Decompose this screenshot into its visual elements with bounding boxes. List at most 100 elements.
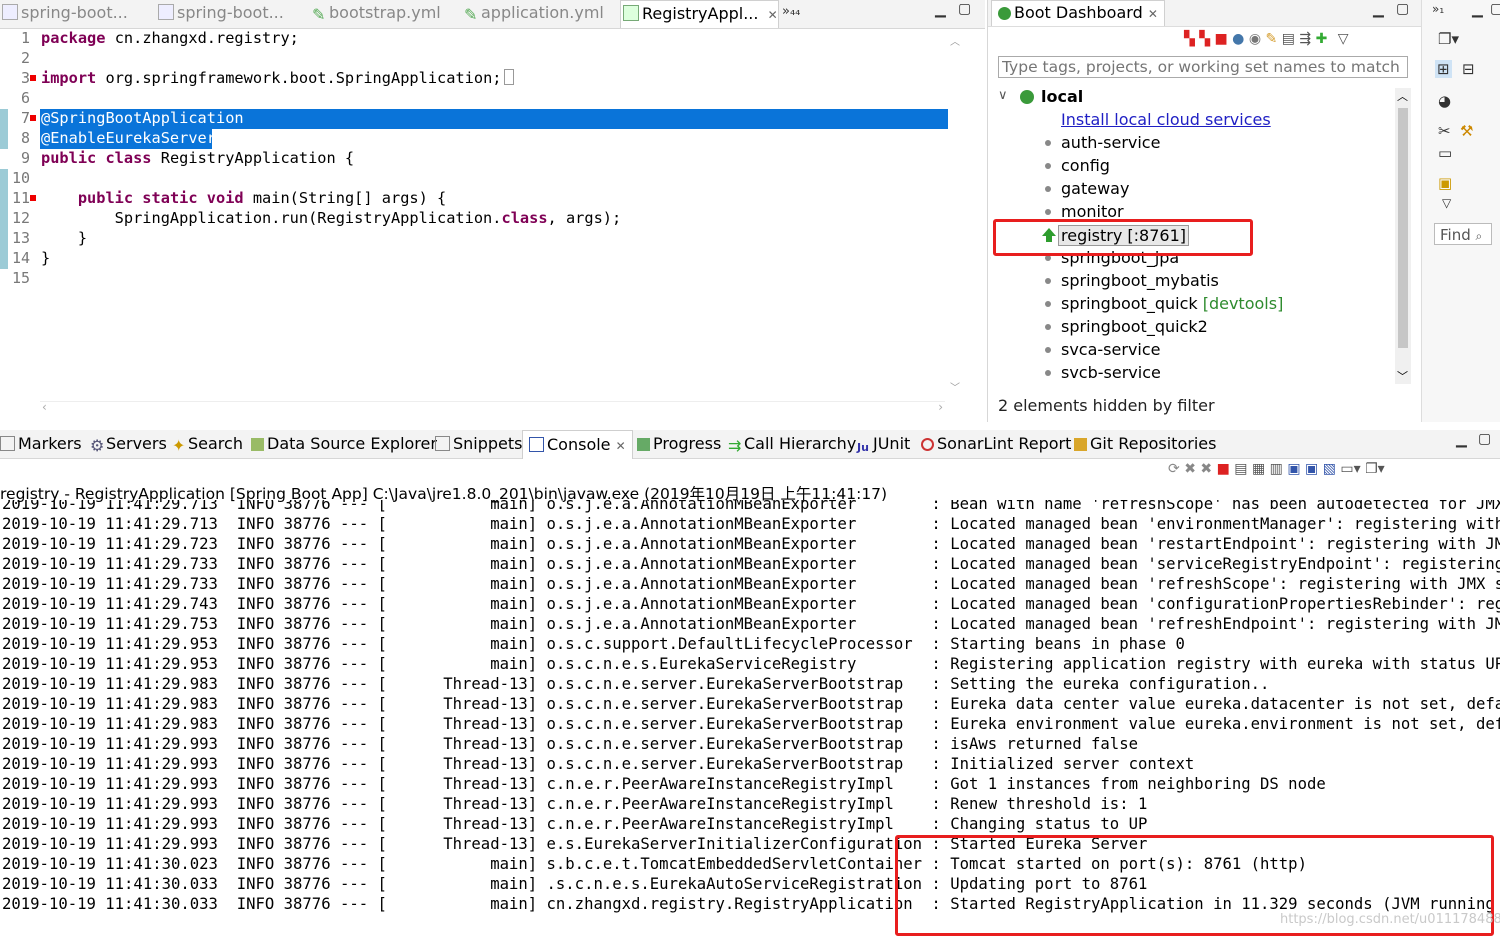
maximize-icon[interactable]: ▢: [1478, 431, 1491, 447]
show-stderr-icon[interactable]: ▣: [1305, 461, 1318, 477]
stopped-icon: [1045, 140, 1051, 146]
scroll-lock-icon[interactable]: ▦: [1252, 461, 1265, 477]
scroll-left-icon[interactable]: ‹: [42, 400, 47, 414]
display-console-icon[interactable]: ▭▾: [1340, 461, 1360, 477]
log-line: 2019-10-19 11:41:29.993 INFO 38776 --- […: [2, 775, 1326, 793]
log-line: 2019-10-19 11:41:29.953 INFO 38776 --- […: [2, 655, 1500, 673]
remove-all-icon[interactable]: ✖: [1200, 461, 1212, 477]
app-item[interactable]: springboot_quick [devtools]: [1061, 294, 1283, 313]
bookmark-icon[interactable]: ▣: [1438, 174, 1452, 192]
view-menu-icon[interactable]: ▽: [1338, 31, 1349, 47]
call-hierarchy-icon: ⇉: [728, 436, 742, 455]
tab-boot-dashboard[interactable]: Boot Dashboard ✕: [991, 0, 1165, 26]
show-stdout-icon[interactable]: ▣: [1287, 461, 1300, 477]
palette-icon[interactable]: ◕: [1438, 92, 1451, 110]
tab-junit[interactable]: Ju JUnit: [857, 430, 910, 458]
find-field[interactable]: Find ⌕: [1434, 223, 1492, 245]
open-browser-icon[interactable]: ●: [1232, 31, 1244, 47]
scroll-down-icon[interactable]: ﹀: [1397, 368, 1408, 384]
app-item[interactable]: svcb-service: [1061, 363, 1161, 382]
minimize-icon[interactable]: ▁: [1456, 432, 1467, 448]
dashboard-scrollbar[interactable]: ︿ ﹀: [1395, 88, 1411, 384]
line-number: 13: [11, 229, 30, 247]
chevron-down-icon[interactable]: ▽: [1442, 196, 1451, 210]
terminate-icon[interactable]: ■: [1217, 461, 1230, 477]
new-window-icon[interactable]: ❐▾: [1438, 30, 1459, 48]
minimize-icon[interactable]: ▁: [1373, 2, 1384, 18]
minimize-icon[interactable]: ▁: [1472, 2, 1483, 18]
tab-search[interactable]: ✦ Search: [172, 430, 243, 458]
relaunch-icon[interactable]: ⟳: [1168, 461, 1180, 477]
editor-tab[interactable]: ✎ application.yml: [464, 0, 614, 27]
add-icon[interactable]: ✚: [1316, 31, 1328, 47]
scroll-down-icon[interactable]: ﹀: [950, 379, 960, 394]
app-item[interactable]: springboot_quick2: [1061, 317, 1208, 336]
tab-call-hierarchy[interactable]: ⇉ Call Hierarchy: [728, 430, 856, 458]
remove-launch-icon[interactable]: ✖: [1184, 461, 1196, 477]
scrollbar-thumb[interactable]: [1398, 108, 1408, 348]
log-line: 2019-10-19 11:41:29.733 INFO 38776 --- […: [2, 575, 1500, 593]
close-icon[interactable]: ✕: [616, 439, 626, 453]
hierarchy-icon[interactable]: ⊞: [1435, 60, 1452, 78]
tab-sonarlint-report[interactable]: SonarLint Report: [921, 430, 1071, 458]
pin-console-icon[interactable]: ▧: [1323, 461, 1336, 477]
vertical-scrollbar[interactable]: ︿ ﹀: [950, 33, 964, 394]
maximize-icon[interactable]: ▢: [1396, 1, 1409, 17]
expose-icon[interactable]: ⇶: [1299, 31, 1311, 47]
tab-markers[interactable]: Markers: [0, 430, 82, 458]
minimize-icon[interactable]: ▁: [935, 2, 946, 18]
tab-snippets[interactable]: Snippets: [435, 430, 523, 458]
open-console-icon[interactable]: ❐▾: [1365, 461, 1385, 477]
properties-icon[interactable]: ▤: [1282, 31, 1295, 47]
tree-icon[interactable]: ⊟: [1462, 60, 1475, 78]
wrench-icon[interactable]: ⚒: [1460, 122, 1473, 140]
edit-icon[interactable]: ✎: [1266, 31, 1278, 47]
tab-servers[interactable]: ⚙ Servers: [90, 430, 167, 458]
open-console-icon[interactable]: ◉: [1249, 31, 1261, 47]
horizontal-scrollbar[interactable]: ‹ ›: [40, 400, 945, 416]
breakpoint-marker: [30, 75, 36, 81]
app-item[interactable]: springboot_mybatis: [1061, 271, 1219, 290]
tools-icon[interactable]: ✂: [1438, 122, 1451, 140]
install-cloud-services-link[interactable]: Install local cloud services: [1061, 110, 1271, 129]
filter-input[interactable]: [998, 56, 1408, 78]
line-number: 11: [11, 189, 30, 207]
line-number: 3: [20, 69, 30, 87]
maximize-icon[interactable]: ▢: [958, 1, 971, 17]
java-editor[interactable]: 1 2 3 6 7 8 9 10 11 12 13 14 15 package …: [0, 29, 985, 421]
restart-icon[interactable]: ▚: [1184, 31, 1195, 47]
close-icon[interactable]: ✕: [1148, 7, 1158, 21]
scroll-up-icon[interactable]: ︿: [950, 33, 964, 48]
overflow-tabs-button[interactable]: »₁: [1432, 2, 1444, 16]
scroll-up-icon[interactable]: ︿: [1397, 88, 1408, 104]
editor-tab[interactable]: spring-boot...: [2, 0, 152, 27]
app-item[interactable]: svca-service: [1061, 340, 1161, 359]
app-item[interactable]: auth-service: [1061, 133, 1160, 152]
tab-git-repositories[interactable]: Git Repositories: [1074, 430, 1216, 458]
editor-tab[interactable]: ✎ bootstrap.yml: [312, 0, 462, 27]
close-icon[interactable]: ✕: [768, 8, 778, 22]
scroll-right-icon[interactable]: ›: [938, 400, 943, 414]
log-line: 2019-10-19 11:41:29.753 INFO 38776 --- […: [2, 615, 1500, 633]
overflow-tabs-button[interactable]: »₄₄: [782, 4, 800, 19]
tab-data-source-explorer[interactable]: Data Source Explorer: [251, 430, 437, 458]
snippets-icon: [435, 436, 450, 451]
app-item[interactable]: gateway: [1061, 179, 1129, 198]
word-wrap-icon[interactable]: ▥: [1270, 461, 1283, 477]
folded-imports-icon[interactable]: [503, 69, 514, 85]
editor-tab[interactable]: spring-boot...: [158, 0, 308, 27]
debug-restart-icon[interactable]: ▚: [1199, 31, 1210, 47]
app-item[interactable]: config: [1061, 156, 1110, 175]
log-line: 2019-10-19 11:41:29.743 INFO 38776 --- […: [2, 595, 1500, 613]
collapse-icon[interactable]: ∨: [998, 88, 1014, 103]
code-line: @SpringBootApplication: [41, 109, 244, 127]
tab-console[interactable]: Console ✕: [522, 430, 633, 459]
log-line: 2019-10-19 11:41:29.993 INFO 38776 --- […: [2, 815, 1148, 833]
window-icon[interactable]: ▭: [1438, 144, 1452, 162]
stop-icon[interactable]: ■: [1214, 31, 1227, 47]
maximize-icon[interactable]: ▢: [1490, 1, 1500, 17]
group-local[interactable]: local: [1041, 87, 1083, 106]
tab-progress[interactable]: Progress: [637, 430, 721, 458]
clear-console-icon[interactable]: ▤: [1234, 461, 1247, 477]
editor-tab-active[interactable]: RegistryAppl... ✕: [620, 0, 779, 28]
